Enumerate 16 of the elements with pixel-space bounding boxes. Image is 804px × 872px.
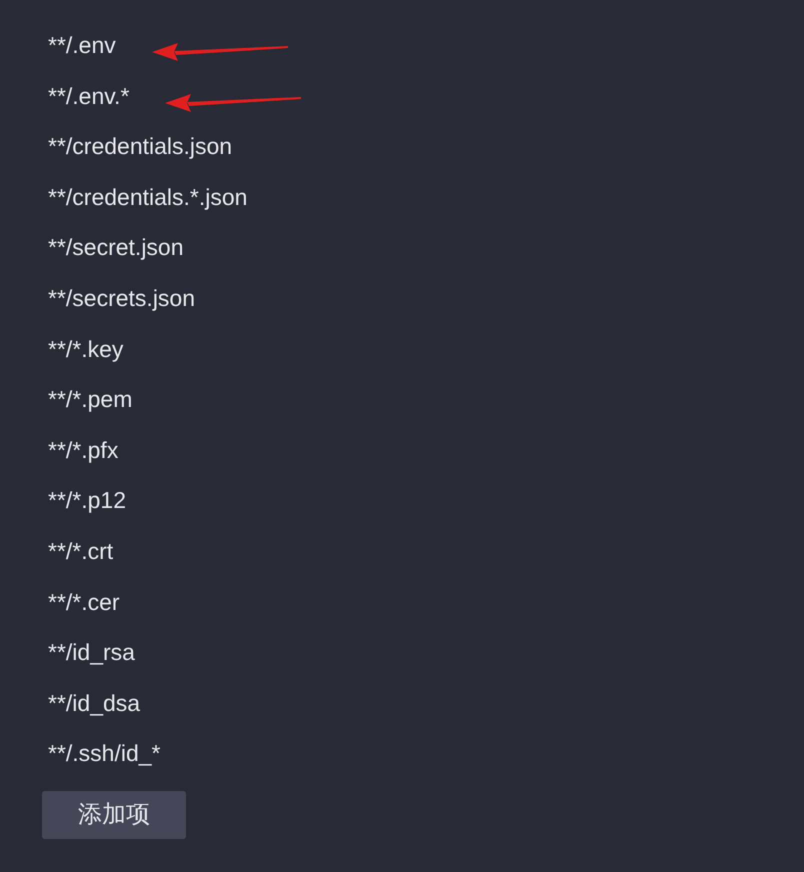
pattern-text: **/credentials.*.json: [48, 182, 248, 212]
pattern-text: **/*.cer: [48, 588, 120, 617]
pattern-text: **/*.pfx: [48, 436, 118, 465]
pattern-text: **/id_rsa: [48, 638, 135, 668]
pattern-text: **/.ssh/id_*: [48, 739, 161, 768]
pattern-text: **/id_dsa: [48, 688, 140, 718]
pattern-text: **/.env: [48, 31, 116, 60]
pattern-text: **/*.crt: [48, 536, 114, 566]
pattern-text: **/*.pem: [48, 385, 132, 414]
pattern-text: **/secret.json: [48, 233, 184, 262]
add-item-button[interactable]: 添加项: [42, 790, 186, 839]
pattern-text: **/secrets.json: [48, 284, 196, 314]
pattern-text: **/credentials.json: [48, 132, 232, 162]
pattern-text: **/*.key: [48, 334, 124, 364]
pattern-text: **/.env.*: [48, 82, 130, 111]
pattern-text: **/*.p12: [48, 486, 126, 516]
